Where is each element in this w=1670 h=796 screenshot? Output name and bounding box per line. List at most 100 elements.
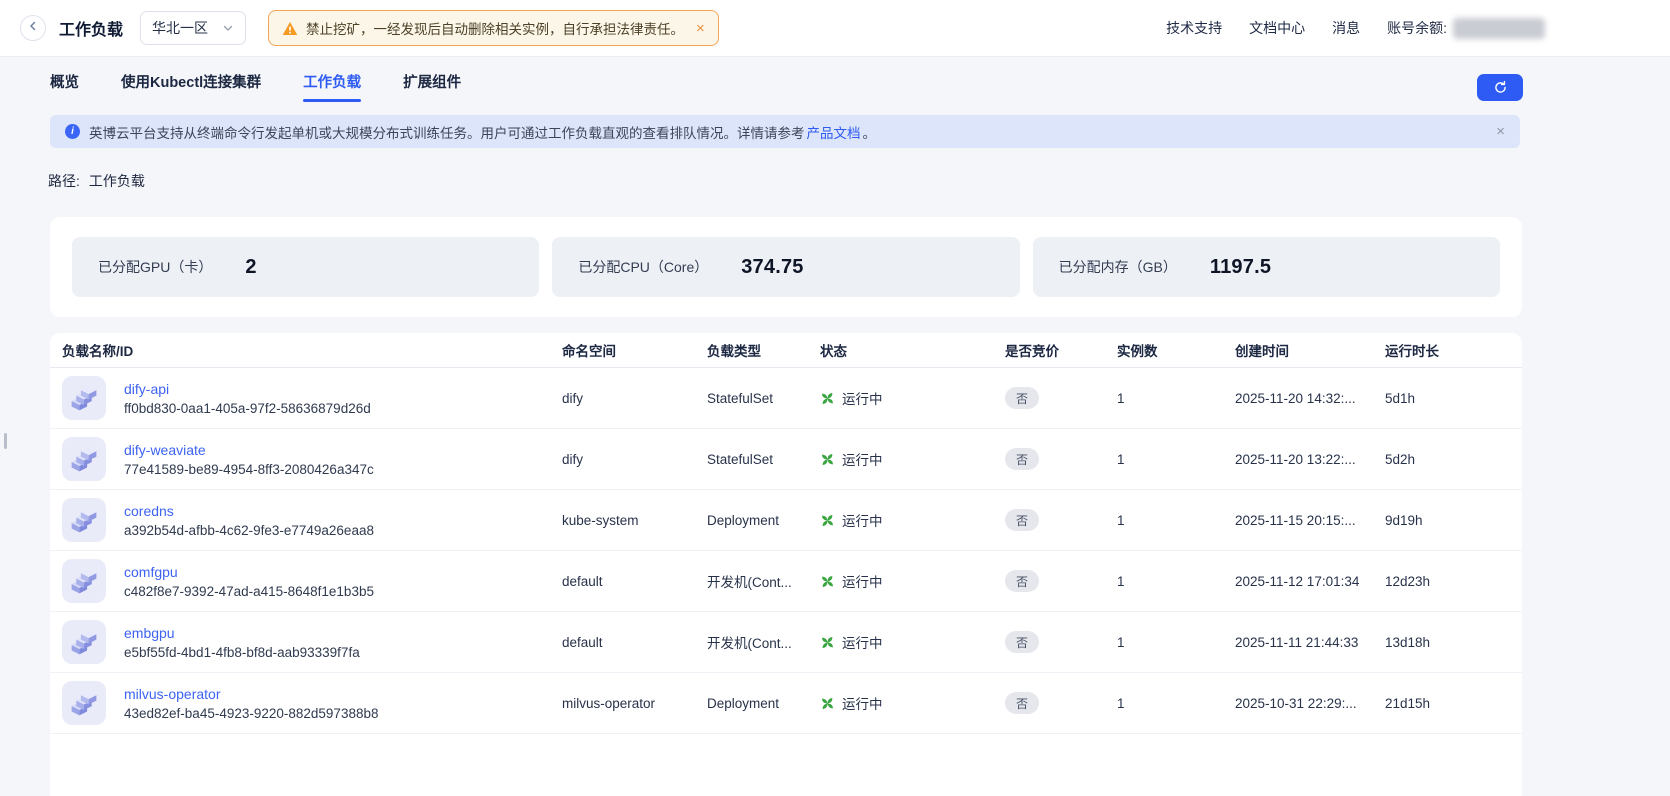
cell-status: 运行中 [820, 510, 1005, 530]
notice-close-icon[interactable]: × [1496, 123, 1505, 140]
path-label: 路径: [48, 171, 80, 191]
status-text: 运行中 [842, 632, 883, 652]
col-status: 状态 [820, 340, 1005, 360]
cell-instances: 1 [1117, 391, 1235, 406]
refresh-icon [1493, 80, 1508, 95]
cell-namespace: milvus-operator [562, 696, 707, 711]
workload-stack-icon [62, 559, 106, 603]
cell-uptime: 5d2h [1385, 452, 1522, 467]
workload-id: 43ed82ef-ba45-4923-9220-882d597388b8 [124, 706, 378, 721]
table-row[interactable]: coredns a392b54d-afbb-4c62-9fe3-e7749a26… [50, 490, 1522, 551]
cell-created: 2025-11-12 17:01:34 [1235, 574, 1385, 589]
chevron-left-icon [27, 19, 39, 37]
status-text: 运行中 [842, 449, 883, 469]
cell-status: 运行中 [820, 632, 1005, 652]
stat-memory-value: 1197.5 [1210, 256, 1271, 279]
workload-name-link[interactable]: coredns [124, 503, 374, 519]
workload-id: e5bf55fd-4bd1-4fb8-bf8d-aab93339f7fa [124, 645, 360, 660]
workload-name-link[interactable]: milvus-operator [124, 686, 378, 702]
stat-cpu-value: 374.75 [741, 256, 803, 279]
refresh-button[interactable] [1477, 74, 1523, 101]
running-pinwheel-icon [820, 635, 835, 650]
warning-close-icon[interactable]: × [696, 20, 705, 37]
cell-status: 运行中 [820, 388, 1005, 408]
col-spot: 是否竞价 [1005, 340, 1117, 360]
workload-name-link[interactable]: embgpu [124, 625, 360, 641]
running-pinwheel-icon [820, 696, 835, 711]
region-selector-value: 华北一区 [152, 18, 208, 38]
cell-created: 2025-10-31 22:29:... [1235, 696, 1385, 711]
table-row[interactable]: comfgpu c482f8e7-9392-47ad-a415-8648f1e1… [50, 551, 1522, 612]
running-pinwheel-icon [820, 452, 835, 467]
cell-type: StatefulSet [707, 391, 820, 406]
workload-id: ff0bd830-0aa1-405a-97f2-58636879d26d [124, 401, 371, 416]
nav-item-support[interactable]: 技术支持 [1166, 18, 1222, 38]
table-header-row: 负载名称/ID 命名空间 负载类型 状态 是否竞价 实例数 创建时间 运行时长 [50, 333, 1522, 368]
spot-badge: 否 [1005, 570, 1039, 592]
back-button[interactable] [20, 15, 46, 41]
stat-cpu: 已分配CPU（Core） 374.75 [552, 237, 1019, 297]
cell-namespace: default [562, 574, 707, 589]
cell-instances: 1 [1117, 574, 1235, 589]
running-pinwheel-icon [820, 574, 835, 589]
cell-type: 开发机(Cont... [707, 571, 820, 591]
account-balance: 账号余额: [1387, 18, 1545, 39]
cell-instances: 1 [1117, 635, 1235, 650]
cell-instances: 1 [1117, 696, 1235, 711]
stat-memory: 已分配内存（GB） 1197.5 [1033, 237, 1500, 297]
notice-suffix: 。 [863, 122, 877, 142]
table-row[interactable]: embgpu e5bf55fd-4bd1-4fb8-bf8d-aab93339f… [50, 612, 1522, 673]
cell-instances: 1 [1117, 452, 1235, 467]
cell-namespace: kube-system [562, 513, 707, 528]
table-row[interactable]: milvus-operator 43ed82ef-ba45-4923-9220-… [50, 673, 1522, 734]
spot-badge: 否 [1005, 387, 1039, 409]
cell-status: 运行中 [820, 449, 1005, 469]
region-selector[interactable]: 华北一区 [140, 11, 246, 45]
spot-badge: 否 [1005, 448, 1039, 470]
page-title: 工作负载 [59, 16, 123, 40]
table-row[interactable]: dify-api ff0bd830-0aa1-405a-97f2-5863687… [50, 368, 1522, 429]
workload-id: a392b54d-afbb-4c62-9fe3-e7749a26eaa8 [124, 523, 374, 538]
tabs-bar: 概览 使用Kubectl连接集群 工作负载 扩展组件 [0, 57, 1670, 110]
top-bar: 工作负载 华北一区 禁止挖矿，一经发现后自动删除相关实例，自行承担法律责任。 ×… [0, 0, 1670, 57]
col-type: 负载类型 [707, 340, 820, 360]
spot-badge: 否 [1005, 509, 1039, 531]
col-uptime: 运行时长 [1385, 340, 1522, 360]
allocation-summary-card: 已分配GPU（卡） 2 已分配CPU（Core） 374.75 已分配内存（GB… [50, 217, 1522, 317]
workload-name-link[interactable]: dify-weaviate [124, 442, 374, 458]
tab-overview[interactable]: 概览 [50, 65, 79, 102]
info-notice: i 英博云平台支持从终端命令行发起单机或大规模分布式训练任务。用户可通过工作负载… [50, 115, 1520, 148]
workload-id: c482f8e7-9392-47ad-a415-8648f1e1b3b5 [124, 584, 374, 599]
path-value: 工作负载 [89, 171, 145, 191]
breadcrumb: 路径: 工作负载 [48, 171, 1670, 191]
tab-extensions[interactable]: 扩展组件 [403, 65, 461, 102]
workload-name-link[interactable]: dify-api [124, 381, 371, 397]
nav-item-messages[interactable]: 消息 [1332, 18, 1360, 38]
product-docs-link[interactable]: 产品文档 [807, 122, 861, 142]
col-created: 创建时间 [1235, 340, 1385, 360]
scrollbar-thumb[interactable] [4, 433, 7, 449]
status-text: 运行中 [842, 388, 883, 408]
mining-warning-banner: 禁止挖矿，一经发现后自动删除相关实例，自行承担法律责任。 × [268, 10, 719, 46]
stat-cpu-label: 已分配CPU（Core） [578, 257, 708, 277]
account-balance-redacted [1453, 18, 1545, 39]
cell-instances: 1 [1117, 513, 1235, 528]
table-row[interactable]: dify-weaviate 77e41589-be89-4954-8ff3-20… [50, 429, 1522, 490]
nav-item-docs[interactable]: 文档中心 [1249, 18, 1305, 38]
cell-created: 2025-11-11 21:44:33 [1235, 635, 1385, 650]
col-namespace: 命名空间 [562, 340, 707, 360]
cell-status: 运行中 [820, 571, 1005, 591]
tab-workloads[interactable]: 工作负载 [303, 65, 361, 102]
col-instances: 实例数 [1117, 340, 1235, 360]
running-pinwheel-icon [820, 513, 835, 528]
workload-name-link[interactable]: comfgpu [124, 564, 374, 580]
workload-id: 77e41589-be89-4954-8ff3-2080426a347c [124, 462, 374, 477]
chevron-down-icon [222, 22, 234, 34]
stat-gpu: 已分配GPU（卡） 2 [72, 237, 539, 297]
cell-uptime: 5d1h [1385, 391, 1522, 406]
stat-memory-label: 已分配内存（GB） [1059, 257, 1177, 277]
tab-kubectl[interactable]: 使用Kubectl连接集群 [121, 65, 261, 102]
workload-stack-icon [62, 376, 106, 420]
status-text: 运行中 [842, 510, 883, 530]
cell-created: 2025-11-15 20:15:... [1235, 513, 1385, 528]
